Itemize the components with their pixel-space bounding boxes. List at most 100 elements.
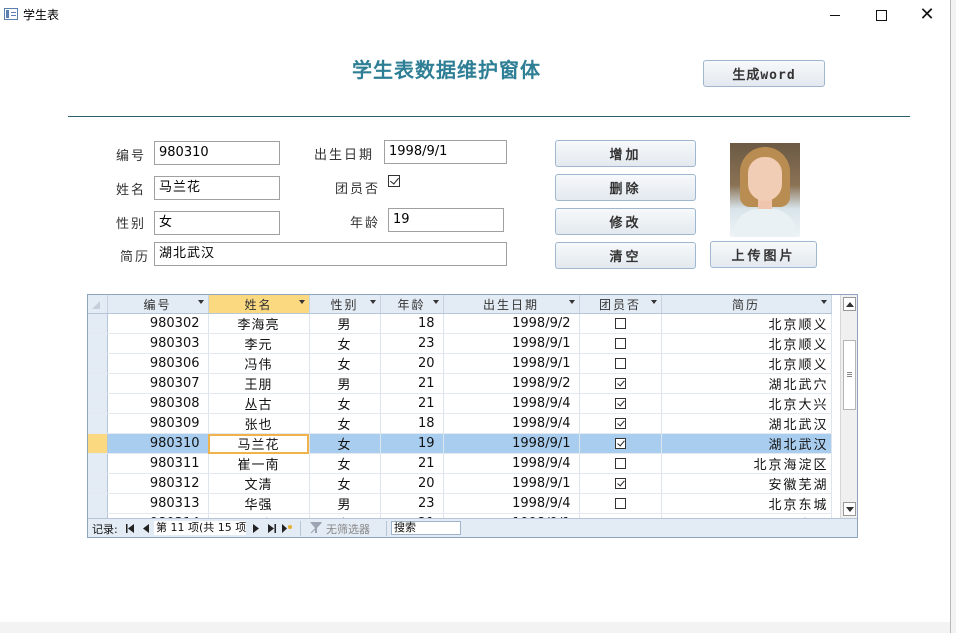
column-header[interactable]: 性别	[309, 295, 381, 314]
scroll-down-button[interactable]	[843, 502, 856, 516]
minimize-button[interactable]	[812, 0, 858, 30]
cell-birth[interactable]: 1998/9/1	[443, 473, 580, 494]
cell-name[interactable]: 华强	[208, 493, 310, 514]
table-row[interactable]: 980303 李元女 23 1998/9/1 北京顺义	[88, 333, 832, 354]
new-record-icon[interactable]	[282, 524, 292, 533]
table-row[interactable]: 980311 崔一南女 21 1998/9/4 北京海淀区	[88, 453, 832, 474]
table-row[interactable]: 980309 张也女 18 1998/9/4 湖北武汉	[88, 413, 832, 434]
member-checkbox[interactable]	[614, 458, 626, 469]
add-button[interactable]: 增加	[555, 140, 696, 167]
last-record-icon[interactable]	[268, 524, 276, 533]
no-filter-label[interactable]: 无筛选器	[326, 521, 370, 537]
cell-name[interactable]: 崔一南	[208, 453, 310, 474]
record-selector[interactable]	[88, 333, 108, 354]
cell-id[interactable]: 980307	[107, 373, 209, 394]
cell-member[interactable]	[579, 313, 662, 334]
cell-age[interactable]: 20	[380, 353, 444, 374]
cell-gender[interactable]: 女	[309, 433, 381, 454]
cell-resume[interactable]: 湖北武穴	[661, 373, 832, 394]
member-checkbox[interactable]	[614, 438, 626, 449]
cell-birth[interactable]: 1998/9/1	[443, 433, 580, 454]
scroll-up-button[interactable]	[843, 297, 856, 311]
cell-id[interactable]: 980313	[107, 493, 209, 514]
current-record-box[interactable]: 第 11 项(共 15 项	[154, 521, 246, 535]
table-row[interactable]: 980312 文清女 20 1998/9/1 安徽芜湖	[88, 473, 832, 494]
cell-id[interactable]: 980303	[107, 333, 209, 354]
cell-gender[interactable]: 女	[309, 333, 381, 354]
maximize-button[interactable]	[858, 0, 904, 30]
cell-gender[interactable]: 男	[309, 313, 381, 334]
upload-image-button[interactable]: 上传图片	[710, 241, 817, 268]
cell-resume[interactable]: 北京东城	[661, 493, 832, 514]
name-field[interactable]: 马兰花	[154, 176, 280, 200]
cell-age[interactable]: 21	[380, 453, 444, 474]
cell-id[interactable]: 980311	[107, 453, 209, 474]
cell-name[interactable]: 李海亮	[208, 313, 310, 334]
cell-gender[interactable]: 女	[309, 453, 381, 474]
table-row[interactable]: 980307 王朋男 21 1998/9/2 湖北武穴	[88, 373, 832, 394]
record-selector[interactable]	[88, 313, 108, 334]
cell-age[interactable]: 23	[380, 333, 444, 354]
cell-name[interactable]: 马兰花	[208, 433, 310, 454]
cell-member[interactable]	[579, 373, 662, 394]
modify-button[interactable]: 修改	[555, 208, 696, 235]
cell-id[interactable]: 980312	[107, 473, 209, 494]
cell-member[interactable]	[579, 393, 662, 414]
column-header[interactable]: 团员否	[579, 295, 662, 314]
select-all-corner[interactable]	[88, 295, 108, 314]
cell-member[interactable]	[579, 473, 662, 494]
cell-resume[interactable]: 北京顺义	[661, 313, 832, 334]
cell-age[interactable]: 19	[380, 433, 444, 454]
column-header[interactable]: 年龄	[380, 295, 444, 314]
cell-gender[interactable]: 女	[309, 353, 381, 374]
record-selector[interactable]	[88, 373, 108, 394]
member-checkbox[interactable]	[614, 378, 626, 389]
member-checkbox[interactable]	[388, 175, 400, 187]
cell-id[interactable]: 980309	[107, 413, 209, 434]
member-checkbox[interactable]	[614, 498, 626, 509]
cell-name[interactable]: 丛古	[208, 393, 310, 414]
cell-name[interactable]: 王朋	[208, 373, 310, 394]
cell-resume[interactable]: 北京顺义	[661, 333, 832, 354]
member-checkbox[interactable]	[614, 398, 626, 409]
cell-gender[interactable]: 女	[309, 473, 381, 494]
cell-age[interactable]: 18	[380, 313, 444, 334]
table-row[interactable]: 980306 冯伟女 20 1998/9/1 北京顺义	[88, 353, 832, 374]
member-checkbox[interactable]	[614, 318, 626, 329]
cell-age[interactable]: 20	[380, 473, 444, 494]
vertical-scrollbar[interactable]	[840, 295, 857, 518]
member-checkbox[interactable]	[614, 338, 626, 349]
cell-gender[interactable]: 男	[309, 373, 381, 394]
cell-member[interactable]	[579, 413, 662, 434]
cell-resume[interactable]: 北京海淀区	[661, 453, 832, 474]
cell-member[interactable]	[579, 453, 662, 474]
age-field[interactable]: 19	[388, 208, 504, 232]
cell-birth[interactable]: 1998/9/1	[443, 353, 580, 374]
cell-birth[interactable]: 1998/9/2	[443, 313, 580, 334]
cell-name[interactable]: 李元	[208, 333, 310, 354]
previous-record-icon[interactable]	[142, 524, 150, 533]
cell-id[interactable]: 980306	[107, 353, 209, 374]
cell-member[interactable]	[579, 353, 662, 374]
table-row[interactable]: 980310 马兰花女 19 1998/9/1 湖北武汉	[88, 433, 832, 454]
column-header[interactable]: 姓名	[208, 295, 310, 314]
record-selector[interactable]	[88, 473, 108, 494]
cell-resume[interactable]: 北京顺义	[661, 353, 832, 374]
cell-resume[interactable]: 湖北武汉	[661, 413, 832, 434]
record-selector[interactable]	[88, 413, 108, 434]
table-row[interactable]: 980308 丛古女 21 1998/9/4 北京大兴	[88, 393, 832, 414]
record-selector[interactable]	[88, 393, 108, 414]
delete-button[interactable]: 删除	[555, 174, 696, 201]
cell-resume[interactable]: 安徽芜湖	[661, 473, 832, 494]
record-selector[interactable]	[88, 453, 108, 474]
cell-resume[interactable]: 北京大兴	[661, 393, 832, 414]
record-selector[interactable]	[88, 433, 108, 454]
table-row[interactable]: 980313 华强男 23 1998/9/4 北京东城	[88, 493, 832, 514]
cell-birth[interactable]: 1998/9/4	[443, 413, 580, 434]
cell-gender[interactable]: 女	[309, 413, 381, 434]
cell-birth[interactable]: 1998/9/4	[443, 493, 580, 514]
cell-id[interactable]: 980308	[107, 393, 209, 414]
table-row[interactable]: 980302 李海亮男 18 1998/9/2 北京顺义	[88, 313, 832, 334]
column-header[interactable]: 出生日期	[443, 295, 580, 314]
cell-age[interactable]: 21	[380, 393, 444, 414]
